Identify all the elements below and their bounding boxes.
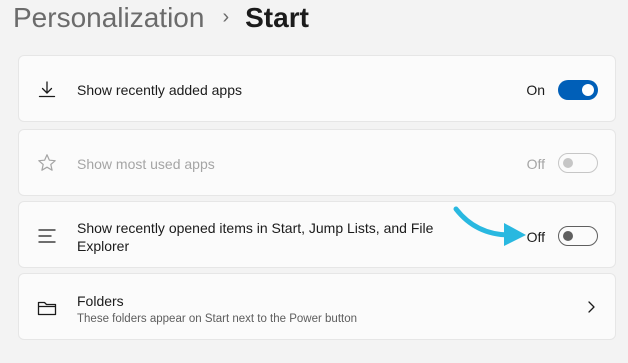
annotation-arrow [453,206,526,246]
folders-link[interactable]: Folders These folders appear on Start ne… [18,273,616,340]
recently-added-apps-toggle[interactable] [558,80,598,100]
breadcrumb-separator: › [222,6,230,28]
download-icon [36,79,58,101]
toggle-state-text: On [526,82,545,98]
folder-icon [36,297,58,319]
breadcrumb: Personalization › Start [13,2,309,34]
setting-label: Show most used apps [77,156,215,172]
setting-label: Show recently added apps [77,82,242,98]
folders-label: Folders [77,293,124,309]
breadcrumb-parent[interactable]: Personalization [13,2,204,34]
star-icon [36,152,58,174]
toggle-knob [582,84,594,96]
setting-label-line1: Show recently opened items in Start, Jum… [77,220,434,236]
chevron-right-icon [585,300,597,314]
setting-show-most-used-apps: Show most used apps Off [18,129,616,196]
toggle-state-text: Off [526,156,545,172]
setting-label-line2: Explorer [77,238,130,254]
recently-opened-items-toggle[interactable] [558,226,598,246]
page-title: Start [245,2,309,33]
list-icon [36,225,58,247]
folders-description: These folders appear on Start next to th… [77,313,358,325]
toggle-knob [563,158,573,168]
most-used-apps-toggle[interactable] [558,153,598,173]
setting-show-recently-added-apps: Show recently added apps On [18,55,616,122]
toggle-knob [563,231,573,241]
